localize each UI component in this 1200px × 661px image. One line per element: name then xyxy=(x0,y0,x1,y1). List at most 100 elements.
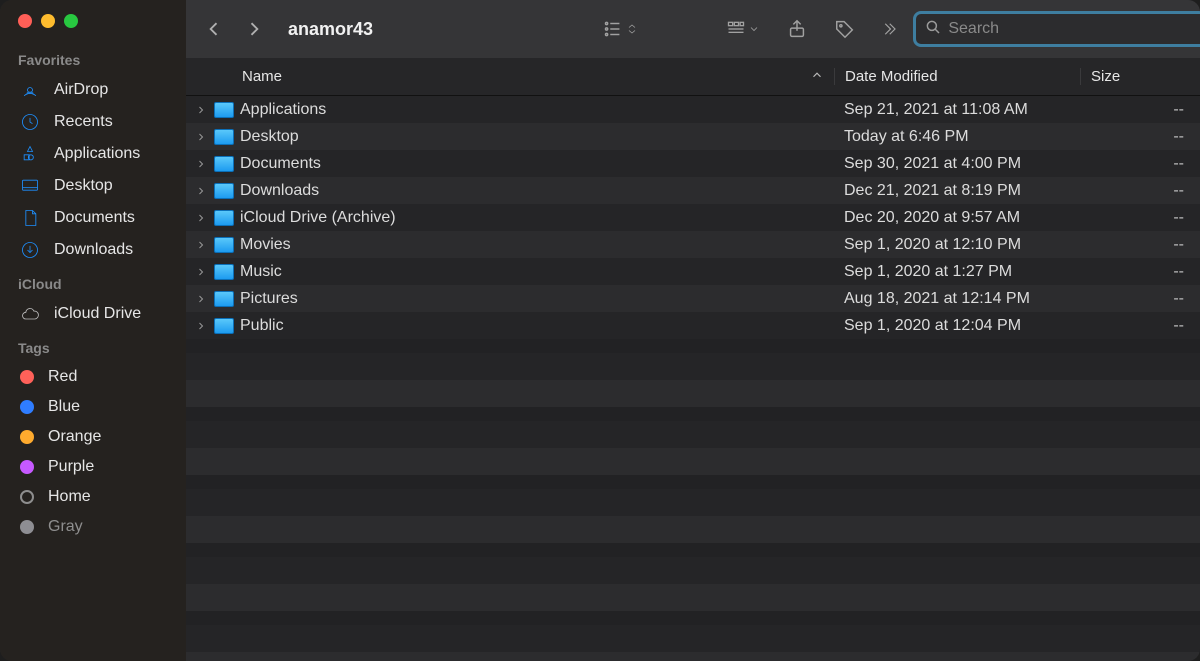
back-button[interactable] xyxy=(198,13,230,45)
disclosure-triangle-icon[interactable] xyxy=(194,131,208,143)
disclosure-triangle-icon[interactable] xyxy=(194,212,208,224)
sidebar-item-downloads[interactable]: Downloads xyxy=(0,234,186,266)
sidebar-item-label: Downloads xyxy=(54,241,133,259)
tags-button[interactable] xyxy=(825,12,865,46)
tag-dot-icon xyxy=(20,490,34,504)
file-name: iCloud Drive (Archive) xyxy=(240,209,396,227)
sidebar-item-label: Recents xyxy=(54,113,113,131)
folder-icon xyxy=(214,183,234,199)
file-size: -- xyxy=(1080,155,1200,173)
folder-icon xyxy=(214,264,234,280)
file-date: Sep 30, 2021 at 4:00 PM xyxy=(834,155,1080,173)
file-name: Desktop xyxy=(240,128,299,146)
sidebar-tag-home[interactable]: Home xyxy=(0,482,186,512)
empty-row xyxy=(186,353,1200,380)
tag-dot-icon xyxy=(20,400,34,414)
sidebar-tag-blue[interactable]: Blue xyxy=(0,392,186,422)
file-date: Dec 21, 2021 at 8:19 PM xyxy=(834,182,1080,200)
sidebar-tag-red[interactable]: Red xyxy=(0,362,186,392)
folder-icon xyxy=(214,210,234,226)
tag-dot-icon xyxy=(20,430,34,444)
sidebar-item-airdrop[interactable]: AirDrop xyxy=(0,74,186,106)
disclosure-triangle-icon[interactable] xyxy=(194,104,208,116)
folder-title: anamor43 xyxy=(288,19,373,40)
file-size: -- xyxy=(1080,182,1200,200)
sidebar-item-label: Gray xyxy=(48,518,83,536)
disclosure-triangle-icon[interactable] xyxy=(194,185,208,197)
column-header-size[interactable]: Size xyxy=(1080,68,1200,85)
table-row[interactable]: Movies Sep 1, 2020 at 12:10 PM -- Folder xyxy=(186,231,1200,258)
file-name: Public xyxy=(240,317,284,335)
table-row[interactable]: Applications Sep 21, 2021 at 11:08 AM --… xyxy=(186,96,1200,123)
sidebar-tag-gray[interactable]: Gray xyxy=(0,512,186,542)
sidebar-item-applications[interactable]: Applications xyxy=(0,138,186,170)
empty-row xyxy=(186,557,1200,584)
sidebar-item-label: Purple xyxy=(48,458,94,476)
sidebar-item-documents[interactable]: Documents xyxy=(0,202,186,234)
document-icon xyxy=(20,208,40,228)
folder-icon xyxy=(214,102,234,118)
table-row[interactable]: Pictures Aug 18, 2021 at 12:14 PM -- Fol… xyxy=(186,285,1200,312)
search-icon xyxy=(924,18,942,40)
column-header-name[interactable]: Name xyxy=(186,68,834,86)
spacer xyxy=(186,339,1200,353)
empty-row xyxy=(186,489,1200,516)
overflow-button[interactable] xyxy=(873,12,905,46)
disclosure-triangle-icon[interactable] xyxy=(194,320,208,332)
sidebar-item-label: iCloud Drive xyxy=(54,305,141,323)
spacer xyxy=(186,407,1200,421)
table-row[interactable]: Documents Sep 30, 2021 at 4:00 PM -- Fol… xyxy=(186,150,1200,177)
sidebar-tag-purple[interactable]: Purple xyxy=(0,452,186,482)
empty-row xyxy=(186,421,1200,448)
table-row[interactable]: Desktop Today at 6:46 PM -- Folder xyxy=(186,123,1200,150)
forward-button[interactable] xyxy=(238,13,270,45)
sidebar-item-recents[interactable]: Recents xyxy=(0,106,186,138)
file-name: Music xyxy=(240,263,282,281)
file-size: -- xyxy=(1080,128,1200,146)
file-list: Applications Sep 21, 2021 at 11:08 AM --… xyxy=(186,96,1200,661)
sidebar-item-label: Documents xyxy=(54,209,135,227)
group-by-button[interactable] xyxy=(714,12,769,46)
table-row[interactable]: Public Sep 1, 2020 at 12:04 PM -- Folder xyxy=(186,312,1200,339)
file-date: Sep 1, 2020 at 1:27 PM xyxy=(834,263,1080,281)
disclosure-triangle-icon[interactable] xyxy=(194,239,208,251)
sidebar-item-label: Red xyxy=(48,368,77,386)
folder-icon xyxy=(214,318,234,334)
sidebar: Favorites AirDrop Recents Applications D… xyxy=(0,0,186,661)
sidebar-item-label: AirDrop xyxy=(54,81,108,99)
disclosure-triangle-icon[interactable] xyxy=(194,293,208,305)
close-button[interactable] xyxy=(18,14,32,28)
sidebar-item-icloud-drive[interactable]: iCloud Drive xyxy=(0,298,186,330)
desktop-icon xyxy=(20,176,40,196)
empty-row xyxy=(186,380,1200,407)
sidebar-item-desktop[interactable]: Desktop xyxy=(0,170,186,202)
download-icon xyxy=(20,240,40,260)
clock-icon xyxy=(20,112,40,132)
share-button[interactable] xyxy=(777,12,817,46)
file-date: Dec 20, 2020 at 9:57 AM xyxy=(834,209,1080,227)
file-name: Downloads xyxy=(240,182,319,200)
disclosure-triangle-icon[interactable] xyxy=(194,266,208,278)
spacer xyxy=(186,475,1200,489)
disclosure-triangle-icon[interactable] xyxy=(194,158,208,170)
sidebar-item-label: Blue xyxy=(48,398,80,416)
view-list-button[interactable] xyxy=(591,12,646,46)
sidebar-tag-orange[interactable]: Orange xyxy=(0,422,186,452)
sidebar-item-label: Orange xyxy=(48,428,101,446)
spacer xyxy=(186,543,1200,557)
search-field[interactable] xyxy=(913,11,1200,47)
file-date: Sep 1, 2020 at 12:10 PM xyxy=(834,236,1080,254)
file-name: Documents xyxy=(240,155,321,173)
search-input[interactable] xyxy=(948,20,1200,38)
zoom-button[interactable] xyxy=(64,14,78,28)
table-row[interactable]: iCloud Drive (Archive) Dec 20, 2020 at 9… xyxy=(186,204,1200,231)
sort-ascending-icon xyxy=(810,68,824,86)
column-header-date[interactable]: Date Modified xyxy=(834,68,1080,85)
sidebar-section-icloud-title: iCloud xyxy=(0,266,186,298)
minimize-button[interactable] xyxy=(41,14,55,28)
file-size: -- xyxy=(1080,317,1200,335)
tag-dot-icon xyxy=(20,370,34,384)
table-row[interactable]: Downloads Dec 21, 2021 at 8:19 PM -- Fol… xyxy=(186,177,1200,204)
table-row[interactable]: Music Sep 1, 2020 at 1:27 PM -- Folder xyxy=(186,258,1200,285)
empty-row xyxy=(186,448,1200,475)
